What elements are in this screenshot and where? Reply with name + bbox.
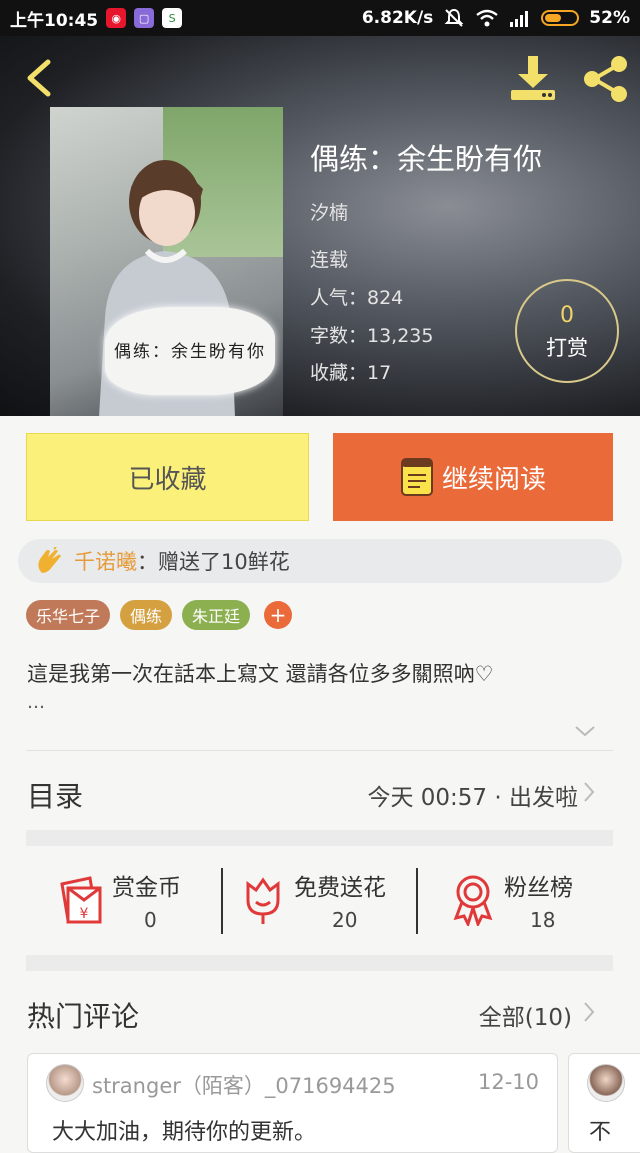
reward-button[interactable]: 0 打赏 (515, 279, 619, 383)
continue-reading-button[interactable]: 继续阅读 (333, 433, 613, 521)
book-icon (400, 458, 433, 496)
back-arrow-icon[interactable] (20, 56, 60, 100)
expand-chevron-icon[interactable] (574, 724, 596, 738)
battery-percent: 52% (589, 8, 630, 28)
book-word-count: 字数：13,235 (310, 325, 434, 347)
gift-text: ：赠送了10鲜花 (137, 550, 290, 574)
gift-user[interactable]: 千诺曦 (74, 546, 137, 576)
signal-icon (510, 11, 529, 27)
stat-fans-value: 18 (530, 908, 556, 932)
security-app-icon: S (162, 8, 183, 28)
section-band (26, 955, 613, 971)
weibo-icon: ◉ (106, 8, 127, 28)
book-cover[interactable]: 偶练：余生盼有你 (50, 107, 283, 416)
reward-label: 打赏 (546, 336, 588, 360)
avatar[interactable] (46, 1064, 84, 1102)
book-status: 连载 (310, 249, 349, 271)
toc-chevron-icon[interactable] (582, 780, 596, 804)
gift-ticker[interactable]: 千诺曦 ：赠送了10鲜花 (18, 539, 622, 583)
tag-list: 乐华七子 偶练 朱正廷 + (26, 600, 293, 630)
reward-count: 0 (560, 303, 574, 328)
favorited-button[interactable]: 已收藏 (26, 433, 309, 521)
stat-coins[interactable]: ¥ 赏金币 0 (56, 866, 206, 936)
tag-item[interactable]: 朱正廷 (182, 600, 251, 630)
network-speed: 6.82K/s (361, 8, 434, 28)
book-description: 這是我第一次在話本上寫文 還請各位多多關照吶♡ (27, 662, 494, 686)
divider (26, 750, 613, 751)
flower-icon (246, 877, 280, 924)
stat-separator (221, 868, 223, 934)
book-popularity: 人气：824 (310, 287, 404, 309)
stat-flowers-label: 免费送花 (294, 875, 386, 901)
cover-title-text: 偶练：余生盼有你 (114, 342, 266, 362)
favorited-label: 已收藏 (128, 464, 207, 495)
comment-date: 12-10 (477, 1070, 539, 1094)
description-ellipsis: … (27, 692, 45, 713)
hot-comments-label: 热门评论 (27, 1000, 140, 1033)
tag-item[interactable]: 乐华七子 (26, 600, 111, 630)
add-tag-button[interactable]: + (264, 601, 293, 629)
wifi-icon (476, 9, 499, 27)
comment-body: 大大加油，期待你的更新。 (52, 1120, 317, 1145)
avatar[interactable] (587, 1064, 625, 1102)
section-band (26, 830, 613, 846)
comment-card[interactable]: 不 (568, 1053, 640, 1153)
download-icon[interactable] (506, 54, 560, 104)
stat-flowers[interactable]: 免费送花 20 (238, 866, 408, 936)
status-right: 6.82K/s 52% (362, 0, 630, 36)
stat-flowers-value: 20 (332, 908, 358, 932)
continue-reading-label: 继续阅读 (441, 464, 546, 495)
toc-latest-chapter[interactable]: 今天 00:57 · 出发啦 (367, 778, 578, 812)
stat-coins-value: 0 (144, 908, 157, 932)
comment-card[interactable]: stranger（陌客）_071694425 12-10 大大加油，期待你的更新… (27, 1053, 558, 1153)
stat-separator (416, 868, 418, 934)
book-title: 偶练：余生盼有你 (310, 142, 543, 176)
stat-coins-label: 赏金币 (112, 875, 181, 901)
app-icon: ▢ (134, 8, 155, 28)
comment-body: 不 (589, 1120, 612, 1145)
medal-icon (453, 875, 493, 926)
stat-fans-label: 粉丝榜 (504, 875, 573, 901)
battery-fill (545, 14, 562, 22)
comment-user[interactable]: stranger（陌客）_071694425 (92, 1070, 396, 1100)
book-author[interactable]: 汐楠 (310, 198, 348, 225)
status-time: 上午10:45 (10, 10, 99, 31)
toc-label[interactable]: 目录 (27, 775, 83, 815)
stat-fans[interactable]: 粉丝榜 18 (448, 866, 598, 936)
red-packet-icon: ¥ (60, 876, 102, 924)
battery-icon (541, 10, 580, 26)
status-bar: 上午10:45 ◉ ▢ S 6.82K/s 52% (0, 0, 640, 36)
all-comments-link[interactable]: 全部(10) (479, 998, 572, 1032)
mute-icon (444, 8, 464, 27)
book-header: 偶练：余生盼有你 偶练：余生盼有你 汐楠 连载 人气：824 字数：13,235… (0, 36, 640, 416)
tag-item[interactable]: 偶练 (120, 600, 173, 630)
all-comments-chevron-icon[interactable] (582, 1000, 596, 1024)
book-favorites: 收藏：17 (310, 362, 392, 384)
svg-text:¥: ¥ (80, 906, 89, 922)
share-icon[interactable] (580, 54, 630, 104)
clap-icon (38, 547, 61, 573)
